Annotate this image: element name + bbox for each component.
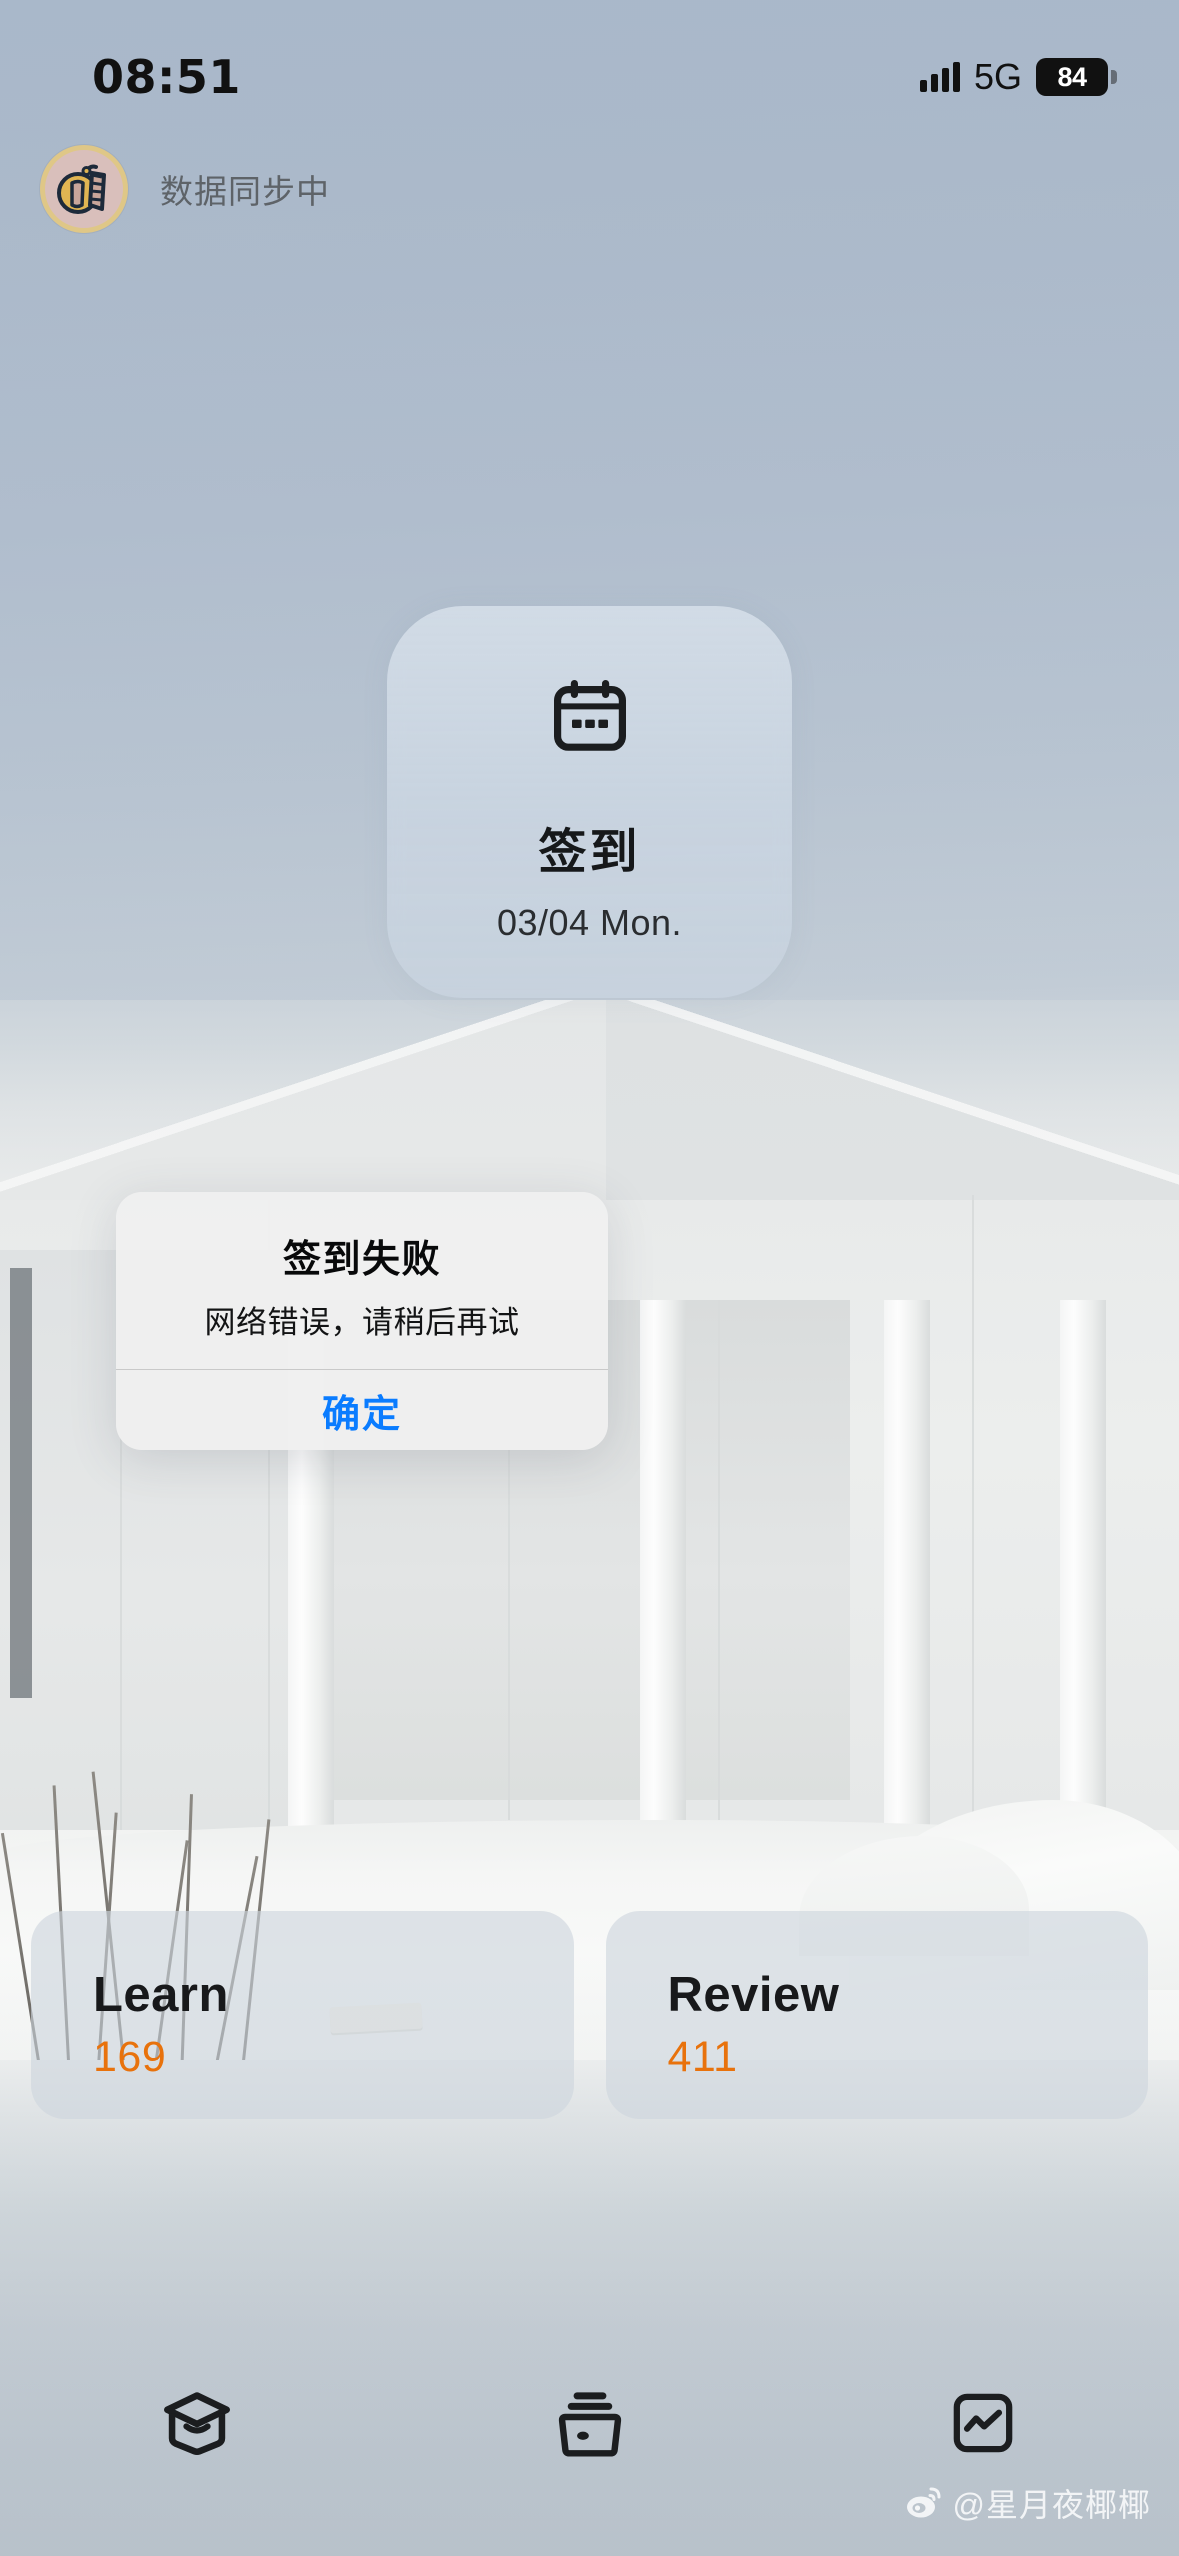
alert-dialog: 签到失败 网络错误，请稍后再试 确定	[116, 1192, 608, 1450]
alert-overlay: 签到失败 网络错误，请稍后再试 确定	[0, 0, 1179, 2556]
alert-message: 网络错误，请稍后再试	[204, 1305, 520, 1340]
phone-screen: 08:51 5G 84 数据同步中 签到 03/04 Mon. 签到失败 网络错…	[0, 0, 1179, 2556]
alert-content: 签到失败 网络错误，请稍后再试	[116, 1192, 608, 1369]
alert-title: 签到失败	[282, 1239, 441, 1281]
alert-confirm-button[interactable]: 确定	[116, 1370, 608, 1450]
